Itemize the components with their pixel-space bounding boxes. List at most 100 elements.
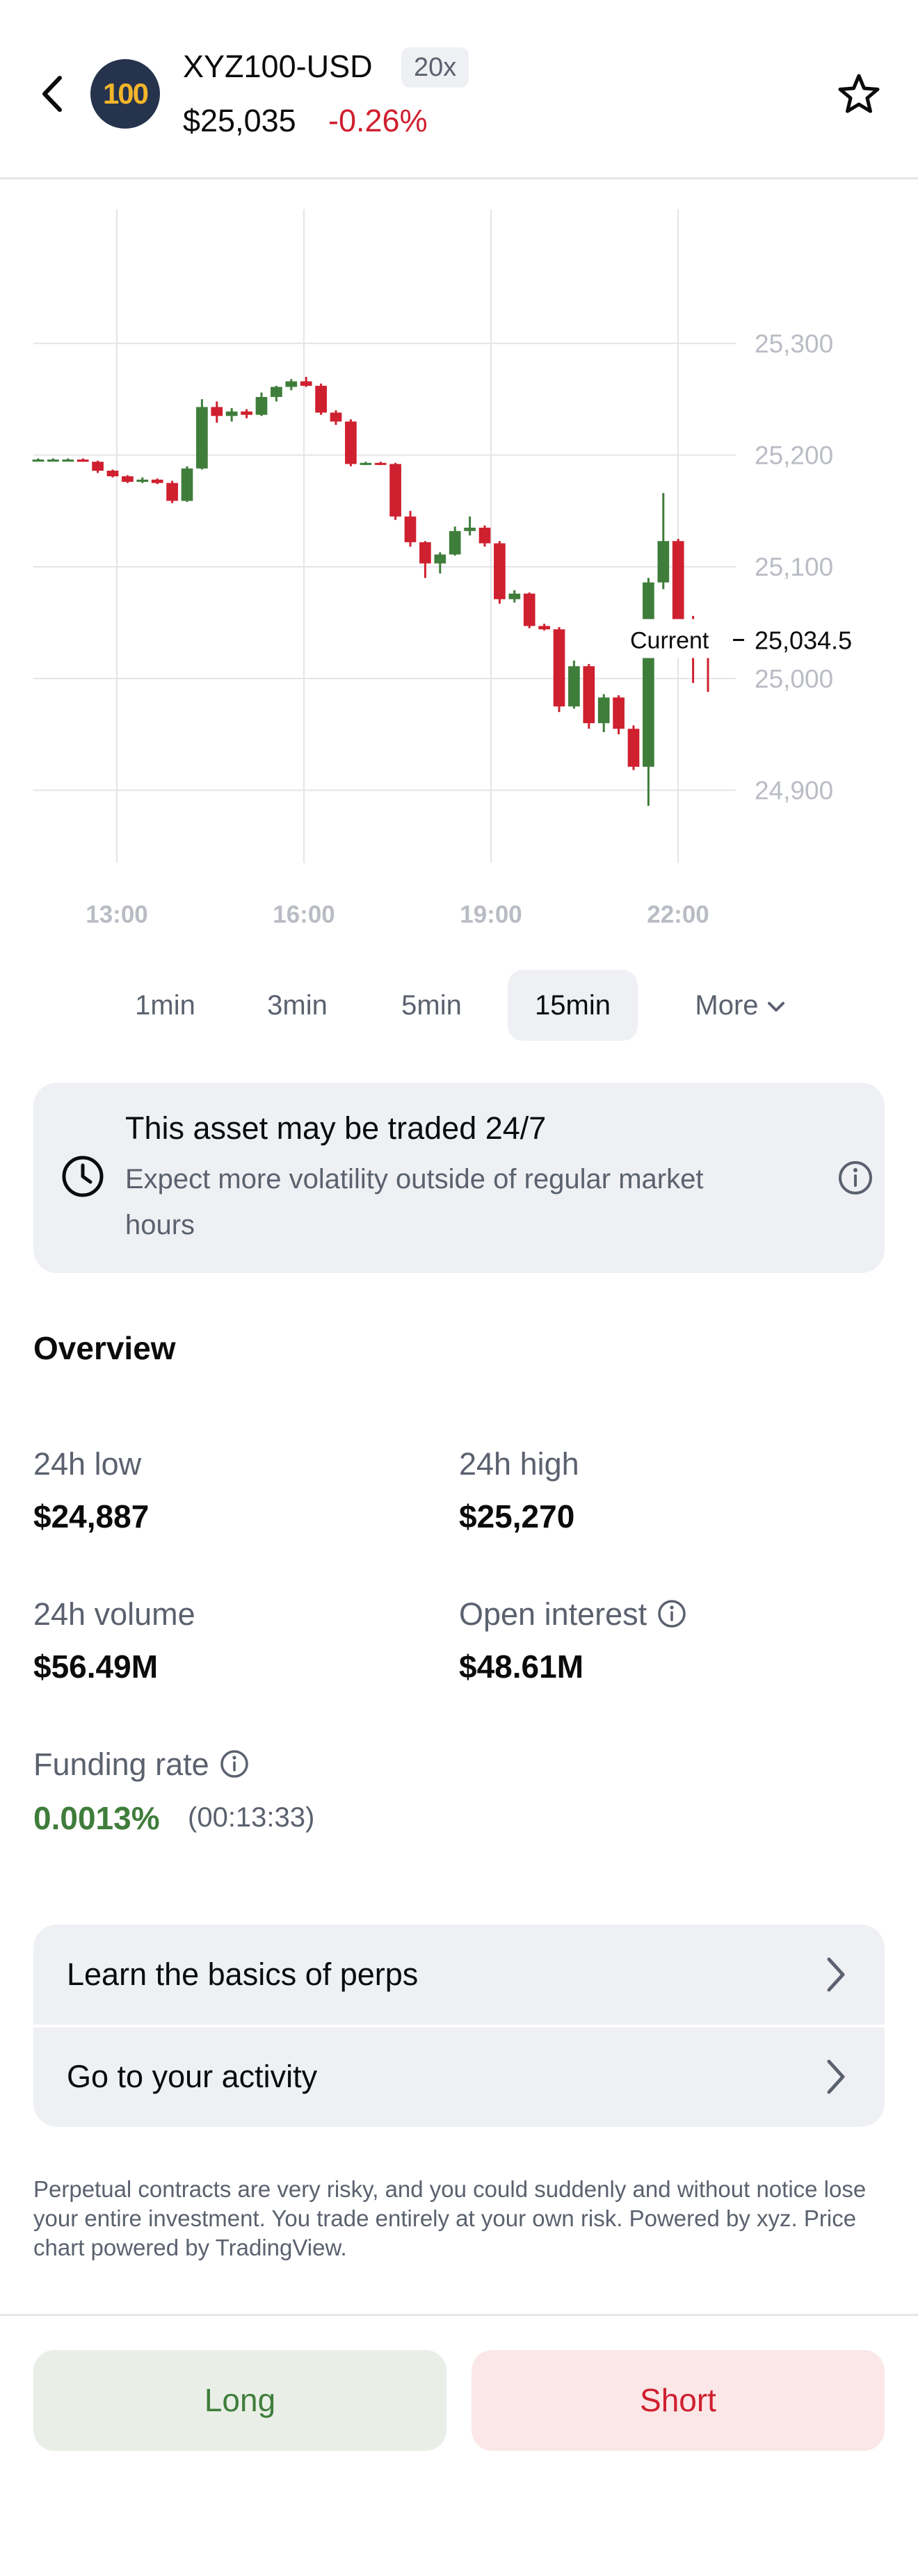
candle-body-up <box>643 582 654 767</box>
tab-1min[interactable]: 1min <box>118 970 212 1041</box>
star-icon <box>838 74 880 113</box>
candle-body-up <box>449 530 461 555</box>
candle-body-up <box>47 459 59 462</box>
candle-body-up <box>434 554 446 564</box>
candle-body-down <box>404 516 417 542</box>
candle-body-down <box>583 666 595 724</box>
candle-body-up <box>181 468 193 501</box>
chevron-down-icon <box>767 1002 784 1012</box>
high-24h-label: 24h high <box>459 1446 579 1482</box>
volume-24h-label: 24h volume <box>33 1596 195 1632</box>
candle-body-down <box>419 542 431 564</box>
candle-body-down <box>345 421 357 464</box>
candle-body-down <box>523 593 536 626</box>
candle-body-down <box>151 479 163 483</box>
candle-body-down <box>211 407 223 416</box>
candle-body-down <box>538 626 550 630</box>
open-interest-label: Open interest <box>459 1596 687 1633</box>
info-icon[interactable] <box>837 1159 874 1197</box>
tab-15min[interactable]: 15min <box>508 970 638 1041</box>
candle-body-up <box>32 459 45 462</box>
low-24h-label: 24h low <box>33 1446 142 1482</box>
favorite-button[interactable] <box>835 70 883 118</box>
candle-body-down <box>76 459 89 462</box>
learn-perps-link[interactable]: Learn the basics of perps <box>33 1925 885 2025</box>
candle-body-down <box>92 462 104 471</box>
back-arrow-icon <box>42 76 62 112</box>
trading-hours-notice: This asset may be traded 24/7 Expect mor… <box>33 1083 885 1273</box>
candlestick-chart[interactable]: 13:00 16:00 19:00 22:00 25,300 25,200 25,100 25… <box>0 181 918 929</box>
y-tick-label: 25,200 <box>755 442 833 470</box>
current-price-label: Current <box>630 627 709 654</box>
volume-24h-value: $56.49M <box>33 1649 159 1685</box>
back-button[interactable] <box>35 70 71 118</box>
y-tick-label: 25,000 <box>755 665 833 693</box>
low-24h-value: $24,887 <box>33 1498 150 1534</box>
current-price-value: 25,034.5 <box>755 626 852 654</box>
candle-body-down <box>374 462 387 465</box>
x-tick-label: 16:00 <box>273 901 335 928</box>
asset-ticker: XYZ100-USD <box>183 49 373 84</box>
tab-more[interactable]: More <box>671 970 810 1041</box>
asset-price: $25,035 <box>183 103 296 138</box>
candle-body-up <box>597 697 610 724</box>
info-icon[interactable] <box>219 1749 250 1779</box>
candle-body-up <box>225 411 238 416</box>
candle-body-up <box>508 593 521 599</box>
price-change: -0.26% <box>328 103 428 138</box>
info-icon[interactable] <box>657 1598 687 1629</box>
long-button[interactable]: Long <box>33 2350 446 2451</box>
high-24h-value: $25,270 <box>459 1498 575 1534</box>
candle-body-down <box>494 543 506 599</box>
tab-5min[interactable]: 5min <box>385 970 478 1041</box>
tab-3min[interactable]: 3min <box>250 970 344 1041</box>
tab-more-label: More <box>695 990 759 1021</box>
links-card: Learn the basics of perps Go to your act… <box>33 1925 885 2127</box>
activity-link[interactable]: Go to your activity <box>33 2027 885 2127</box>
candle-body-down <box>330 412 342 422</box>
x-tick-label: 22:00 <box>647 901 709 928</box>
interval-tabs: 1min 3min 5min 15min More <box>0 970 918 1041</box>
y-tick-label: 25,300 <box>755 330 833 358</box>
funding-rate-label: Funding rate <box>33 1747 250 1783</box>
chevron-right-icon <box>827 2059 845 2094</box>
candle-body-down <box>122 476 134 483</box>
candle-body-up <box>62 459 74 462</box>
candle-body-up <box>464 527 476 531</box>
candle-body-down <box>627 729 640 767</box>
candle-body-down <box>241 411 252 415</box>
candle-body-down <box>300 381 312 386</box>
candle-body-down <box>478 527 491 544</box>
open-interest-label-text: Open interest <box>459 1596 647 1632</box>
candle-body-up <box>285 381 298 387</box>
header: 100 XYZ100-USD 20x $25,035 -0.26% <box>0 0 918 179</box>
activity-label: Go to your activity <box>67 2059 318 2094</box>
y-tick-label: 24,900 <box>755 777 833 805</box>
y-tick-label: 25,100 <box>755 553 833 581</box>
funding-rate-label-text: Funding rate <box>33 1747 209 1782</box>
candle-body-down <box>166 483 178 501</box>
candle-body-up <box>568 666 580 707</box>
short-button[interactable]: Short <box>472 2350 885 2451</box>
candle-body-up <box>657 541 670 583</box>
notice-title: This asset may be traded 24/7 <box>125 1110 547 1146</box>
asset-logo: 100 <box>90 59 160 129</box>
open-interest-value: $48.61M <box>459 1649 584 1685</box>
footer-divider <box>0 2314 918 2316</box>
price-chart[interactable]: 13:00 16:00 19:00 22:00 25,300 25,200 25,100 25… <box>0 181 918 929</box>
overview-heading: Overview <box>33 1330 176 1366</box>
candle-body-down <box>672 541 684 623</box>
candle-body-down <box>613 697 625 729</box>
x-tick-label: 19:00 <box>460 901 522 928</box>
candle-body-up <box>136 479 149 483</box>
x-tick-label: 13:00 <box>86 901 148 928</box>
funding-countdown: (00:13:33) <box>188 1802 315 1833</box>
leverage-badge: 20x <box>401 47 469 88</box>
learn-perps-label: Learn the basics of perps <box>67 1957 419 1992</box>
candle-body-down <box>389 464 401 517</box>
asset-logo-text: 100 <box>102 77 149 110</box>
candle-body-down <box>553 629 565 707</box>
chevron-right-icon <box>827 1957 845 1992</box>
candle-body-up <box>271 387 282 397</box>
candle-body-up <box>196 407 208 469</box>
